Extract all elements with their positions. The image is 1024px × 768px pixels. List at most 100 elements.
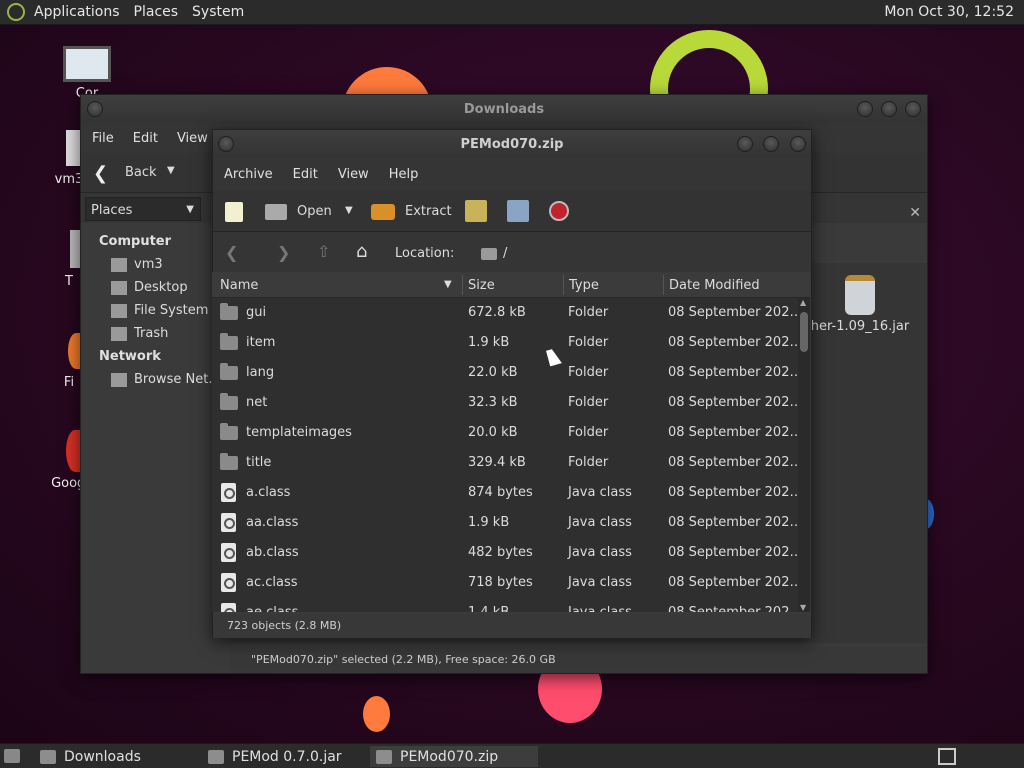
java-app-icon [208,749,224,764]
sidebar-heading-computer: Computer [99,234,172,249]
cell-date: 08 September 202… [668,575,803,590]
cell-size: 874 bytes [468,485,533,500]
menu-view[interactable]: View [338,167,369,182]
column-separator[interactable] [663,275,664,295]
cell-size: 482 bytes [468,545,533,560]
column-header-type[interactable]: Type [569,278,599,293]
cell-date: 08 September 202… [668,485,803,500]
stop-icon[interactable] [549,201,569,221]
cell-type: Folder [568,425,609,440]
downloads-titlebar[interactable]: Downloads [81,95,927,123]
table-row[interactable]: ae.class 1.4 kB Java class 08 September 202… [212,598,810,612]
maximize-button[interactable] [763,136,779,152]
table-row[interactable]: gui 672.8 kB Folder 08 September 202… [212,298,810,328]
archive-titlebar[interactable]: PEMod070.zip [213,130,811,158]
add-files-icon[interactable] [465,200,487,222]
menu-view[interactable]: View [177,131,208,146]
cell-type: Folder [568,335,609,350]
open-button[interactable]: Open [297,204,332,219]
back-history-chevron-icon[interactable]: ▼ [167,165,175,176]
clock[interactable]: Mon Oct 30, 12:52 [884,4,1014,20]
workspace-switcher-icon[interactable] [938,748,956,765]
sidebar-item-browse-network[interactable]: Browse Net… [111,372,221,387]
jar-file-item[interactable]: her-1.09_16.jar [805,275,915,334]
cell-date: 08 September 202… [668,545,803,560]
minimize-button[interactable] [737,136,753,152]
folder-icon [220,423,238,440]
table-row[interactable]: lang 22.0 kB Folder 08 September 202… [212,358,810,388]
show-desktop-icon[interactable] [4,749,20,763]
table-row[interactable]: ac.class 718 bytes Java class 08 September … [212,568,810,598]
sidebar-item-trash[interactable]: Trash [111,326,168,341]
extract-button[interactable]: Extract [405,204,452,219]
close-button[interactable] [905,101,921,117]
desktop-icon-computer[interactable]: Cor [52,46,122,101]
distro-logo-icon[interactable] [7,3,25,21]
minimize-button[interactable] [857,101,873,117]
sidebar-item-desktop[interactable]: Desktop [111,280,188,295]
column-header-date[interactable]: Date Modified [669,278,760,293]
open-archive-icon[interactable] [265,204,287,220]
panel-menu-applications[interactable]: Applications [34,4,120,20]
cell-name: ac.class [246,575,298,590]
column-separator[interactable] [462,275,463,295]
cell-name: ae.class [246,605,298,612]
file-rows: gui 672.8 kB Folder 08 September 202… item 1.… [212,298,810,612]
table-row[interactable]: title 329.4 kB Folder 08 September 202… [212,448,810,478]
computer-icon [63,46,111,82]
places-dropdown[interactable]: Places ▼ [85,197,201,221]
add-folder-icon[interactable] [507,200,529,222]
maximize-button[interactable] [881,101,897,117]
window-menu-button[interactable] [87,101,103,117]
table-row[interactable]: ab.class 482 bytes Java class 08 September … [212,538,810,568]
cell-name: aa.class [246,515,299,530]
location-folder-icon [481,248,497,260]
table-row[interactable]: net 32.3 kB Folder 08 September 202… [212,388,810,418]
table-row[interactable]: a.class 874 bytes Java class 08 September 2… [212,478,810,508]
column-separator[interactable] [563,275,564,295]
scroll-up-icon[interactable]: ▲ [800,298,806,307]
window-menu-button[interactable] [218,136,234,152]
sidebar-item-file-system[interactable]: File System [111,303,208,318]
back-arrow-icon[interactable]: ❮ [225,243,238,262]
home-icon [111,257,127,272]
scroll-down-icon[interactable]: ▼ [800,603,806,612]
home-icon[interactable]: ⌂ [356,241,367,262]
cell-name: templateimages [246,425,352,440]
panel-menu-system[interactable]: System [192,4,244,20]
folder-icon [220,363,238,380]
network-icon [111,372,127,387]
close-button[interactable] [790,136,806,152]
taskbar-item-downloads[interactable]: Downloads [34,746,194,767]
taskbar-item-pemod-jar[interactable]: PEMod 0.7.0.jar [202,746,362,767]
back-button[interactable]: Back [125,165,157,180]
panel-menu-places[interactable]: Places [134,4,179,20]
table-row[interactable]: item 1.9 kB Folder 08 September 202… [212,328,810,358]
back-arrow-icon[interactable]: ❮ [93,163,108,184]
column-header-size[interactable]: Size [468,278,495,293]
menu-edit[interactable]: Edit [293,167,318,182]
scrollbar-thumb[interactable] [800,312,808,352]
sidebar-item-vm3[interactable]: vm3 [111,257,163,272]
new-archive-icon[interactable] [225,202,243,222]
extract-icon[interactable] [371,204,395,220]
cell-size: 329.4 kB [468,455,526,470]
menu-edit[interactable]: Edit [133,131,158,146]
menu-archive[interactable]: Archive [224,167,273,182]
up-arrow-icon[interactable]: ⇧ [317,242,330,261]
forward-arrow-icon[interactable]: ❯ [277,243,290,262]
scrollbar[interactable]: ▲ ▼ [798,298,810,612]
table-row[interactable]: aa.class 1.9 kB Java class 08 September 202… [212,508,810,538]
open-dropdown-chevron-icon[interactable]: ▼ [345,205,353,216]
table-row[interactable]: templateimages 20.0 kB Folder 08 September … [212,418,810,448]
cell-type: Java class [568,515,632,530]
cell-type: Java class [568,575,632,590]
close-pane-icon[interactable]: ✕ [909,205,921,221]
location-path[interactable]: / [503,246,507,261]
sort-chevron-down-icon[interactable]: ▼ [444,279,452,290]
cell-date: 08 September 202… [668,335,803,350]
menu-help[interactable]: Help [389,167,419,182]
menu-file[interactable]: File [92,131,114,146]
taskbar-item-pemod-zip[interactable]: PEMod070.zip [370,746,538,767]
column-header-name[interactable]: Name [220,278,258,293]
